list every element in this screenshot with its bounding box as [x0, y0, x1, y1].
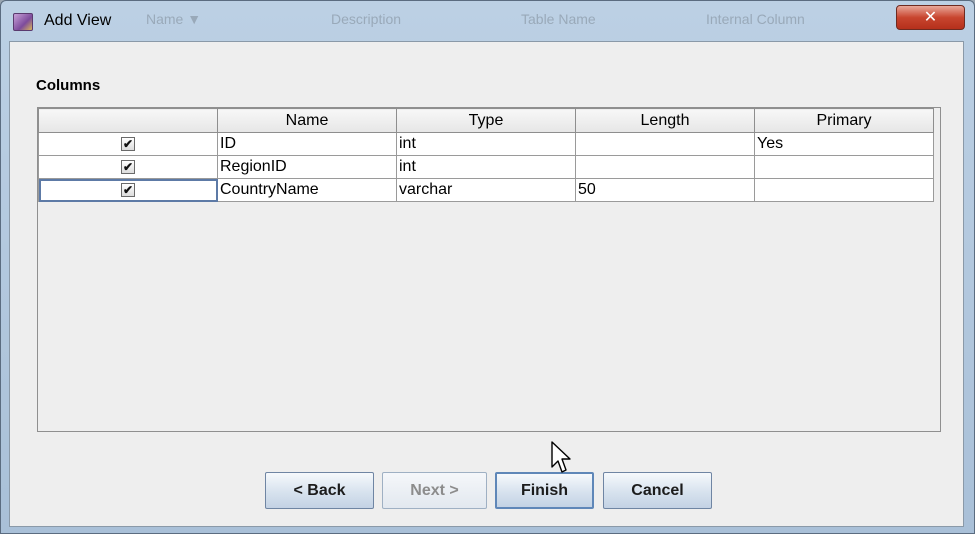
column-header-length[interactable]: Length	[575, 108, 755, 133]
cell-name[interactable]: CountryName	[217, 178, 397, 202]
table-row[interactable]: ✔ RegionID int	[38, 155, 934, 179]
cancel-button[interactable]: Cancel	[603, 472, 712, 509]
cell-type[interactable]: int	[396, 155, 576, 179]
checkbox-checked-icon[interactable]: ✔	[121, 159, 135, 174]
dialog-content: Columns Name Type Length Primary ✔ ID in…	[9, 41, 964, 527]
window-title: Add View	[44, 12, 112, 29]
row-select-cell[interactable]: ✔	[38, 132, 218, 156]
ghost-header-name: Name ▼	[146, 11, 202, 27]
row-select-cell[interactable]: ✔	[38, 178, 218, 202]
cell-type[interactable]: varchar	[396, 178, 576, 202]
cell-name[interactable]: RegionID	[217, 155, 397, 179]
column-header-name[interactable]: Name	[217, 108, 397, 133]
checkbox-checked-icon[interactable]: ✔	[121, 136, 135, 151]
mouse-pointer-icon	[551, 441, 571, 473]
cell-length[interactable]	[575, 155, 755, 179]
add-view-dialog: Add View Name ▼ Description Table Name I…	[0, 0, 975, 534]
column-header-select[interactable]	[38, 108, 218, 133]
cell-primary[interactable]	[754, 178, 934, 202]
ghost-header-description: Description	[331, 11, 402, 27]
cell-primary[interactable]	[754, 155, 934, 179]
close-button[interactable]: ✕	[896, 5, 965, 30]
column-header-primary[interactable]: Primary	[754, 108, 934, 133]
cell-length[interactable]: 50	[575, 178, 755, 202]
app-icon	[13, 13, 33, 31]
next-button[interactable]: Next >	[382, 472, 487, 509]
cell-name[interactable]: ID	[217, 132, 397, 156]
table-header-row: Name Type Length Primary	[38, 108, 934, 133]
title-bar[interactable]: Add View Name ▼ Description Table Name I…	[1, 1, 974, 41]
ghost-header-table-name: Table Name	[521, 11, 596, 27]
cell-primary[interactable]: Yes	[754, 132, 934, 156]
finish-button[interactable]: Finish	[495, 472, 594, 509]
close-icon: ✕	[923, 7, 938, 26]
back-button[interactable]: < Back	[265, 472, 374, 509]
ghost-header-internal-column: Internal Column	[706, 11, 805, 27]
cell-length[interactable]	[575, 132, 755, 156]
table-row[interactable]: ✔ CountryName varchar 50	[38, 178, 934, 202]
table-row[interactable]: ✔ ID int Yes	[38, 132, 934, 156]
columns-table-area: Name Type Length Primary ✔ ID int Yes ✔ …	[37, 107, 941, 432]
columns-table: Name Type Length Primary ✔ ID int Yes ✔ …	[38, 108, 934, 202]
columns-section-title: Columns	[36, 77, 101, 94]
checkbox-checked-icon[interactable]: ✔	[121, 182, 135, 197]
column-header-type[interactable]: Type	[396, 108, 576, 133]
row-select-cell[interactable]: ✔	[38, 155, 218, 179]
cell-type[interactable]: int	[396, 132, 576, 156]
